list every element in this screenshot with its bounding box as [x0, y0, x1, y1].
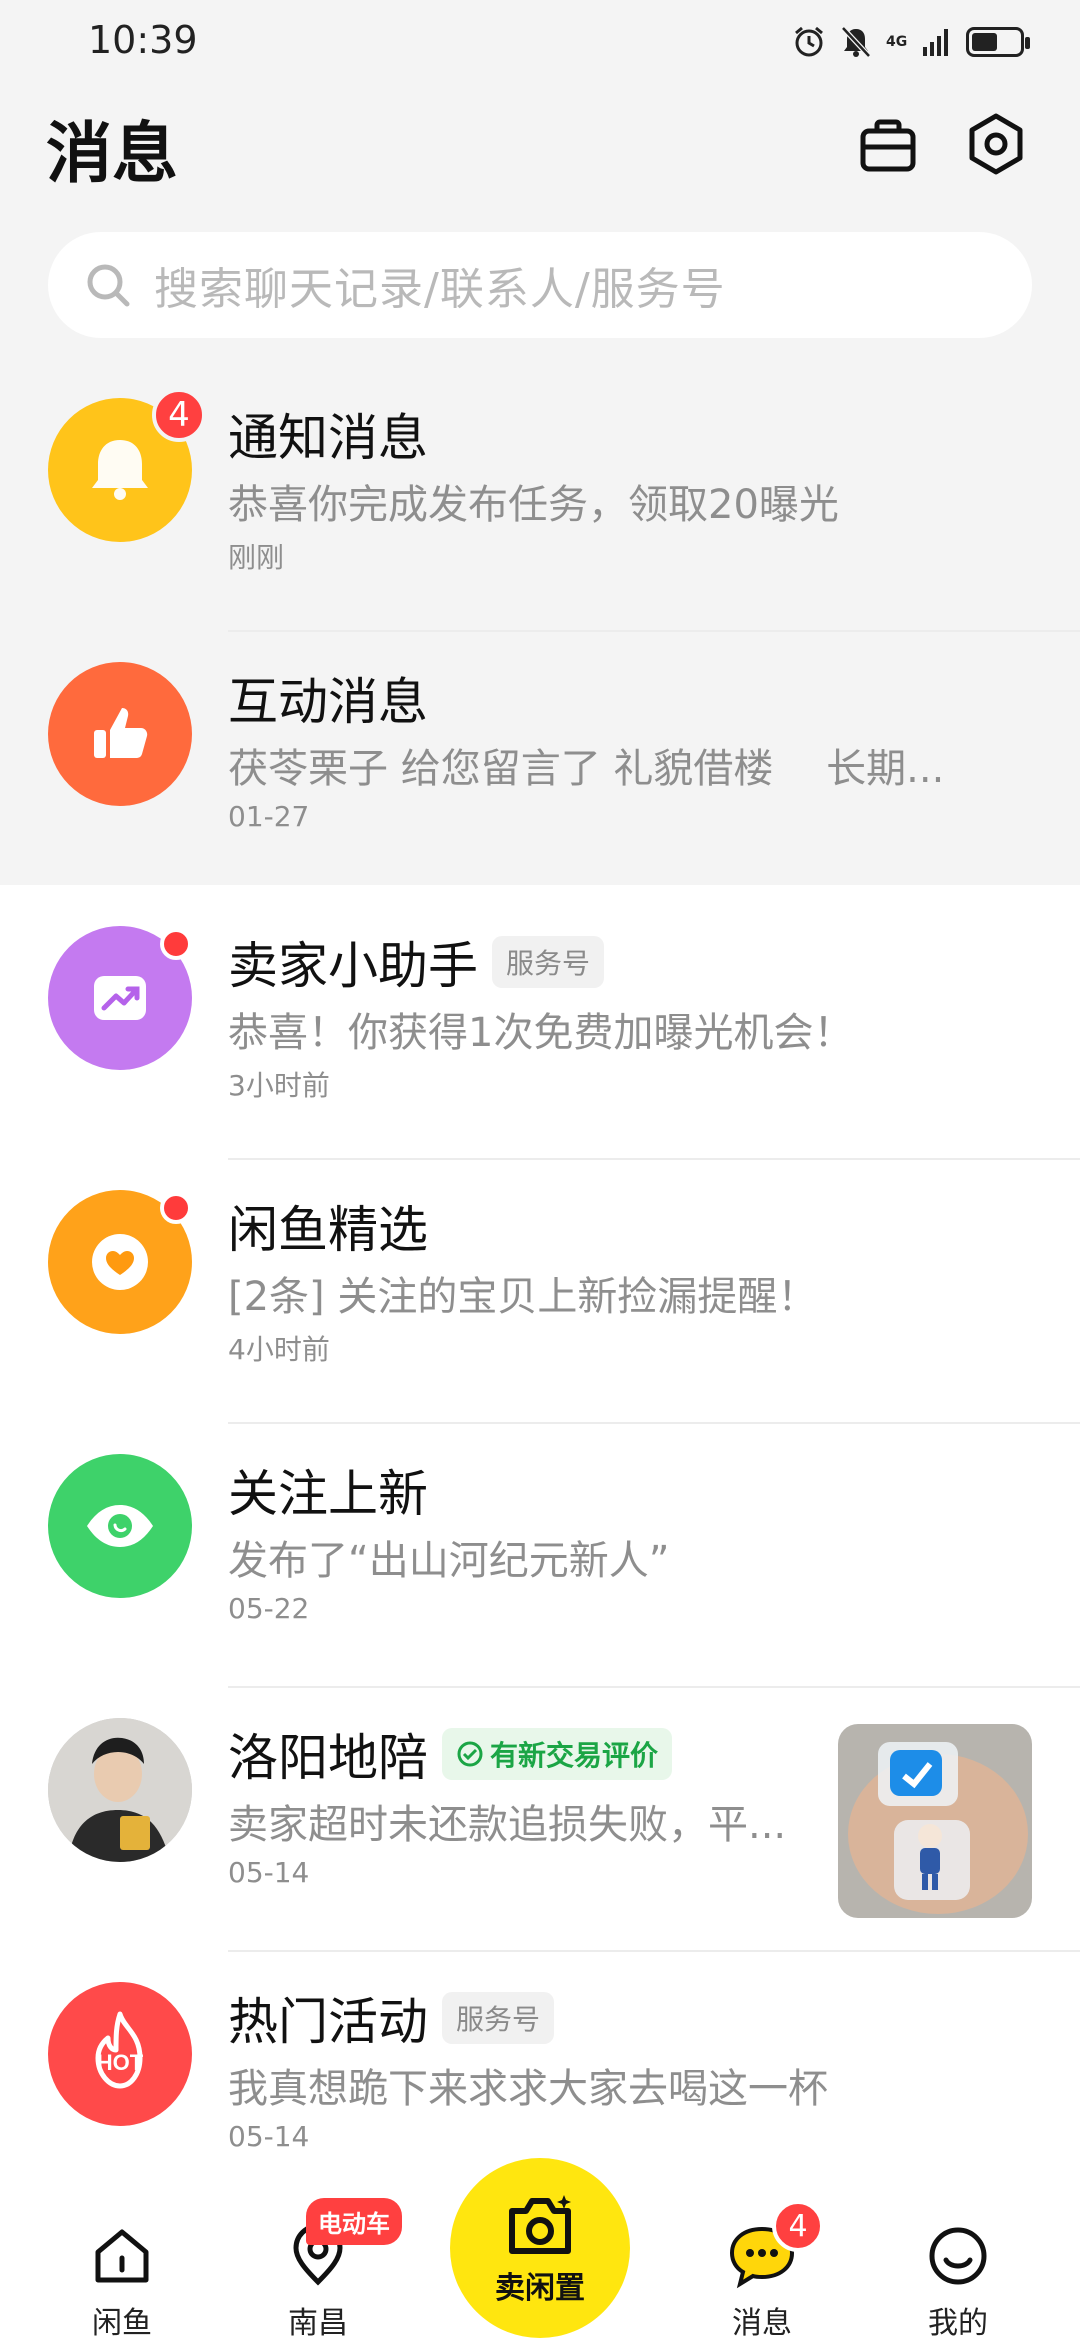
search-placeholder: 搜索聊天记录/联系人/服务号 [154, 264, 726, 315]
nav-label: 闲鱼 [92, 2306, 152, 2340]
message-title: 闲鱼精选 [228, 1201, 428, 1259]
message-item-interactions[interactable]: 互动消息 茯苓栗子 给您留言了 礼貌借楼 长期... 01-27 [0, 632, 1080, 896]
bell-icon [92, 440, 148, 500]
message-preview: 茯苓栗子 给您留言了 礼貌借楼 长期... [228, 746, 945, 792]
nav-item-profile[interactable]: 我的 [888, 2220, 1028, 2340]
bag-button[interactable] [852, 108, 924, 180]
settings-button[interactable] [960, 108, 1032, 180]
message-preview: 我真想跪下来求求大家去喝这一杯 [228, 2066, 828, 2112]
nav-label: 我的 [928, 2306, 988, 2340]
review-tag: 有新交易评价 [442, 1728, 673, 1780]
service-tag: 服务号 [492, 936, 605, 988]
review-tag-label: 有新交易评价 [490, 1739, 659, 1772]
message-time: 3小时前 [228, 1069, 330, 1102]
location-tag-badge: 电动车 [306, 2198, 402, 2245]
message-time: 05-14 [228, 1856, 310, 1889]
search-input[interactable]: 搜索聊天记录/联系人/服务号 [48, 232, 1032, 338]
message-preview: 发布了“出山河纪元新人” [228, 1538, 670, 1584]
status-bar: 10:39 4G [0, 0, 1080, 84]
user-avatar [48, 1718, 192, 1862]
settings-icon [969, 113, 1023, 175]
message-item-seller-assistant[interactable]: 卖家小助手 服务号 恭喜！你获得1次免费加曝光机会！ 3小时前 [0, 896, 1080, 1160]
message-title: 互动消息 [228, 673, 428, 731]
messages-count-badge: 4 [772, 2200, 824, 2252]
message-preview: [2条] 关注的宝贝上新捡漏提醒！ [228, 1274, 818, 1320]
unread-dot [160, 928, 192, 960]
message-time: 05-22 [228, 1592, 310, 1625]
hot-avatar: HOT [48, 1982, 192, 2126]
smile-face-icon [922, 2220, 994, 2292]
hot-label: HOT [97, 2050, 144, 2075]
alarm-icon [792, 24, 826, 60]
sell-item-label: 卖闲置 [495, 2271, 585, 2306]
product-photo [838, 1724, 1032, 1918]
status-icons: 4G [792, 22, 1030, 62]
message-item-following-updates[interactable]: 关注上新 发布了“出山河纪元新人” 05-22 [0, 1424, 1080, 1688]
message-title: 洛阳地陪 [228, 1729, 428, 1787]
message-time: 01-27 [228, 800, 310, 833]
message-time: 刚刚 [228, 541, 285, 574]
network-type: 4G [886, 34, 908, 50]
message-title: 通知消息 [228, 409, 428, 467]
service-tag: 服务号 [442, 1992, 555, 2044]
thumbs-up-icon [94, 708, 148, 758]
status-time: 10:39 [88, 18, 198, 62]
bell-muted-icon [840, 24, 872, 60]
message-preview: 恭喜你完成发布任务，领取20曝光 [228, 482, 839, 528]
trend-up-icon [94, 976, 146, 1020]
search-icon [87, 264, 130, 307]
battery-icon [966, 24, 1030, 60]
eye-icon [87, 1505, 153, 1547]
unread-count-badge: 4 [152, 388, 206, 442]
sell-item-button[interactable]: 卖闲置 [450, 2158, 630, 2338]
home-icon [86, 2220, 158, 2292]
nav-label: 消息 [732, 2306, 792, 2340]
message-item-featured[interactable]: 闲鱼精选 [2条] 关注的宝贝上新捡漏提醒！ 4小时前 [0, 1160, 1080, 1424]
interaction-avatar [48, 662, 192, 806]
message-item-notifications[interactable]: 4 通知消息 恭喜你完成发布任务，领取20曝光 刚刚 [0, 368, 1080, 632]
item-thumbnail[interactable] [838, 1724, 1032, 1918]
message-preview: 恭喜！你获得1次免费加曝光机会！ [228, 1010, 854, 1056]
unread-dot [160, 1192, 192, 1224]
message-preview: 卖家超时未还款追损失败，平... [228, 1802, 787, 1848]
message-title: 关注上新 [228, 1465, 428, 1523]
message-time: 4小时前 [228, 1333, 330, 1366]
user-photo [48, 1718, 192, 1862]
message-title: 卖家小助手 [228, 937, 478, 995]
message-time: 05-14 [228, 2120, 310, 2153]
message-item-chat[interactable]: 洛阳地陪 有新交易评价 卖家超时未还款追损失败，平... 05-14 [0, 1688, 1080, 1952]
nav-label: 南昌 [288, 2306, 348, 2340]
page-title: 消息 [46, 115, 178, 192]
check-circle-icon [457, 1741, 483, 1767]
nav-item-home[interactable]: 闲鱼 [52, 2220, 192, 2340]
following-avatar [48, 1454, 192, 1598]
heart-icon [92, 1234, 148, 1290]
hot-flame-icon: HOT [95, 2011, 144, 2089]
camera-icon [509, 2195, 571, 2254]
signal-icon [922, 24, 952, 60]
message-title: 热门活动 [228, 1993, 428, 2051]
bag-icon [860, 119, 916, 172]
